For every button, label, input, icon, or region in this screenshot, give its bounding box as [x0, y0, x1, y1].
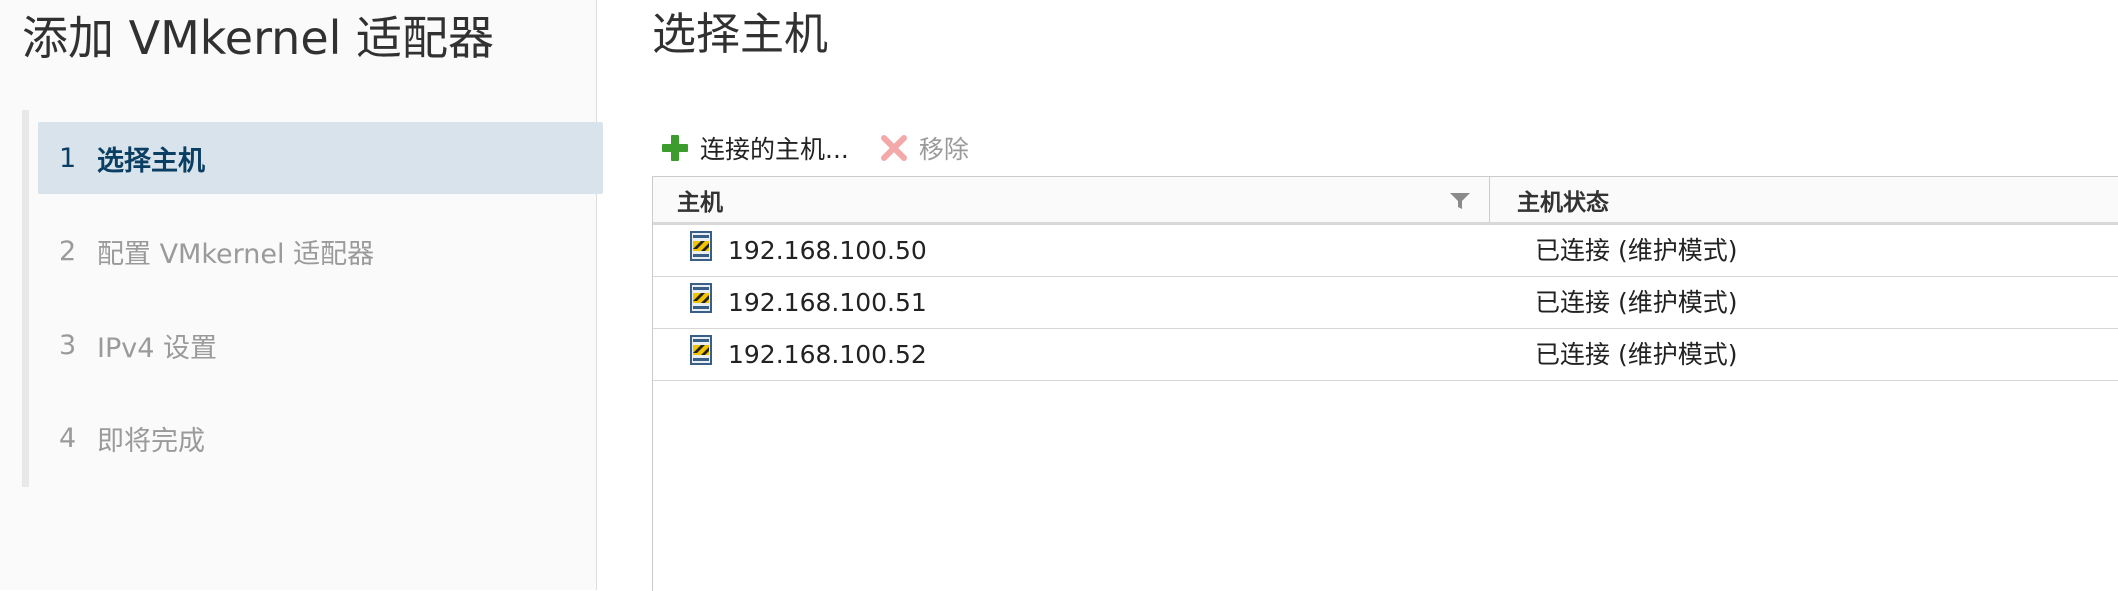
wizard-steps: 1 选择主机 2 配置 VMkernel 适配器 3 IPv4 设置 4 即将完…: [22, 110, 603, 487]
wizard-step-select-hosts[interactable]: 1 选择主机: [38, 122, 603, 194]
step-label: 选择主机: [97, 145, 205, 177]
host-name: 192.168.100.52: [728, 340, 927, 369]
step-label: 配置 VMkernel 适配器: [97, 238, 375, 270]
wizard-step-ipv4-settings[interactable]: 3 IPv4 设置: [38, 309, 603, 381]
add-connected-hosts-button[interactable]: 连接的主机...: [660, 130, 849, 166]
host-state: 已连接 (维护模式): [1535, 340, 1738, 369]
wizard-sidebar: 添加 VMkernel 适配器 1 选择主机 2 配置 VMkernel 适配器…: [0, 0, 603, 590]
page-title: 选择主机: [652, 9, 828, 60]
step-label: 即将完成: [97, 425, 205, 457]
remove-label: 移除: [918, 135, 969, 164]
close-icon: [879, 133, 909, 163]
wizard-step-configure-adapter[interactable]: 2 配置 VMkernel 适配器: [38, 215, 603, 287]
column-header-host-state[interactable]: 主机状态: [1517, 177, 1609, 222]
table-header: 主机 主机状态: [653, 177, 2118, 225]
column-divider[interactable]: [1489, 177, 1490, 222]
hosts-table: 主机 主机状态 192.168.100.50 已连接 (维护模式) 192.16…: [652, 176, 2118, 591]
host-name: 192.168.100.50: [728, 236, 927, 265]
host-maintenance-icon: [690, 283, 712, 313]
host-state: 已连接 (维护模式): [1535, 288, 1738, 317]
step-number: 1: [59, 142, 77, 174]
host-state: 已连接 (维护模式): [1535, 236, 1738, 265]
remove-button[interactable]: 移除: [879, 130, 969, 166]
plus-icon: [660, 133, 690, 163]
table-row[interactable]: 192.168.100.51 已连接 (维护模式): [653, 277, 2118, 329]
add-connected-hosts-label: 连接的主机...: [700, 135, 849, 164]
wizard-step-ready-to-complete[interactable]: 4 即将完成: [38, 402, 603, 474]
host-maintenance-icon: [690, 231, 712, 261]
column-header-host[interactable]: 主机: [677, 177, 1467, 222]
host-maintenance-icon: [690, 335, 712, 365]
filter-icon[interactable]: [1449, 191, 1471, 211]
step-label: IPv4 设置: [97, 332, 217, 364]
table-row[interactable]: 192.168.100.50 已连接 (维护模式): [653, 225, 2118, 277]
step-number: 2: [59, 235, 77, 267]
table-row[interactable]: 192.168.100.52 已连接 (维护模式): [653, 329, 2118, 381]
toolbar: 连接的主机... 移除: [660, 128, 969, 168]
host-name: 192.168.100.51: [728, 288, 927, 317]
wizard-title: 添加 VMkernel 适配器: [22, 11, 495, 65]
step-number: 3: [59, 329, 77, 361]
step-number: 4: [59, 422, 77, 454]
